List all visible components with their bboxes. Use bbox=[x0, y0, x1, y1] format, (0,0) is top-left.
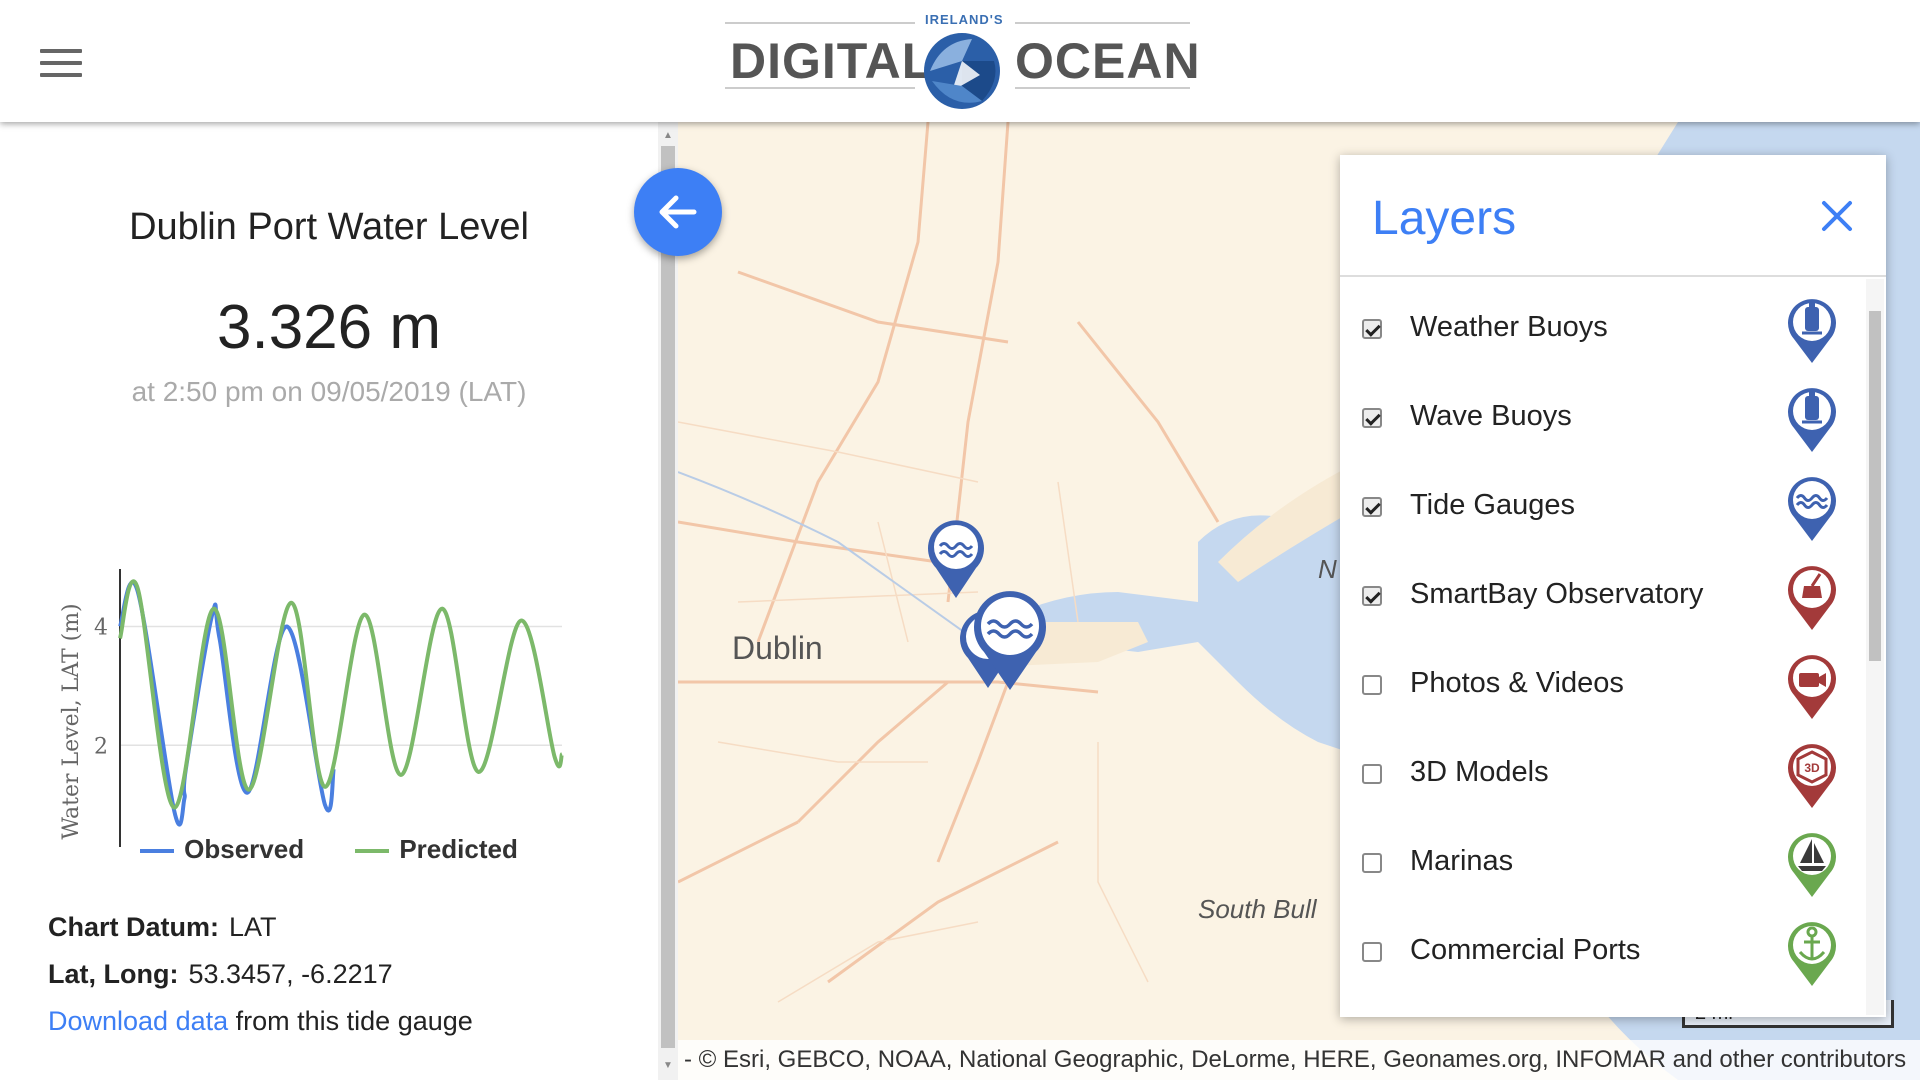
layer-checkbox[interactable] bbox=[1362, 497, 1382, 517]
layer-checkbox[interactable] bbox=[1362, 675, 1382, 695]
layer-row-marinas[interactable]: Marinas bbox=[1340, 825, 1860, 905]
layer-checkbox[interactable] bbox=[1362, 764, 1382, 784]
tide-gauge-icon bbox=[1788, 477, 1836, 541]
layer-row-weather-buoys[interactable]: Weather Buoys bbox=[1340, 291, 1860, 371]
legend-swatch-predicted bbox=[355, 849, 390, 854]
layers-panel: Layers Weather Buoys Wave Buoys Tide Gauge… bbox=[1340, 155, 1886, 1017]
app-header: IRELAND'S DIGITAL OCEAN bbox=[0, 0, 1920, 122]
layer-label: Commercial Ports bbox=[1410, 934, 1641, 966]
logo-text-digital: DIGITAL bbox=[730, 33, 934, 89]
download-data-link[interactable]: Download data bbox=[48, 1006, 228, 1036]
chart-datum-label: Chart Datum: bbox=[48, 912, 220, 942]
layer-checkbox[interactable] bbox=[1362, 408, 1382, 428]
station-detail-panel: Dublin Port Water Level 3.326 m at 2:50 … bbox=[0, 122, 658, 1080]
scrollbar-thumb[interactable] bbox=[661, 146, 675, 1048]
logo-rule bbox=[1015, 22, 1190, 24]
download-description: from this tide gauge bbox=[228, 1006, 473, 1036]
anchor-icon bbox=[1788, 922, 1836, 986]
chart-legend: Observed Predicted bbox=[0, 834, 658, 865]
tide-gauge-marker[interactable] bbox=[970, 588, 1050, 692]
chart-datum-value: LAT bbox=[229, 912, 277, 942]
legend-label-predicted: Predicted bbox=[399, 834, 518, 864]
globe-logo-icon bbox=[924, 33, 1000, 109]
logo-tagline: IRELAND'S bbox=[925, 12, 1004, 27]
layer-label: 3D Models bbox=[1410, 756, 1549, 788]
water-level-value: 3.326 m bbox=[216, 293, 442, 362]
layer-label: Weather Buoys bbox=[1410, 311, 1608, 343]
collapse-panel-button[interactable] bbox=[634, 168, 722, 256]
layers-divider bbox=[1340, 275, 1886, 277]
layer-label: Photos & Videos bbox=[1410, 667, 1624, 699]
video-camera-icon bbox=[1788, 655, 1836, 719]
layer-label: Tide Gauges bbox=[1410, 489, 1575, 521]
observatory-icon bbox=[1788, 566, 1836, 630]
3d-cube-icon: 3D bbox=[1788, 744, 1836, 808]
layer-checkbox[interactable] bbox=[1362, 942, 1382, 962]
legend-label-observed: Observed bbox=[184, 834, 305, 864]
layers-scrollbar[interactable] bbox=[1866, 279, 1884, 1015]
site-logo[interactable]: IRELAND'S DIGITAL OCEAN bbox=[725, 12, 1200, 116]
map-attribution: - © Esri, GEBCO, NOAA, National Geograph… bbox=[678, 1040, 1920, 1080]
reading-timestamp: at 2:50 pm on 09/05/2019 (LAT) bbox=[131, 376, 527, 407]
panel-scrollbar[interactable]: ▲ ▼ bbox=[658, 122, 678, 1080]
weather-buoy-icon bbox=[1788, 299, 1836, 363]
layer-row-tide-gauges[interactable]: Tide Gauges bbox=[1340, 469, 1860, 549]
chart-datum-row: Chart Datum: LAT bbox=[48, 912, 277, 943]
wave-buoy-icon bbox=[1788, 388, 1836, 452]
download-row: Download data from this tide gauge bbox=[48, 1006, 473, 1037]
legend-item-observed[interactable]: Observed bbox=[140, 834, 304, 865]
lat-long-row: Lat, Long: 53.3457, -6.2217 bbox=[48, 959, 393, 990]
water-level-chart[interactable]: 0244. Sep5. Sep6. SepWater Level, LAT (m… bbox=[40, 467, 580, 847]
y-tick-label: 4 bbox=[94, 616, 108, 641]
y-axis-label: Water Level, LAT (m) bbox=[59, 603, 84, 839]
layer-label: Marinas bbox=[1410, 845, 1514, 877]
map-label-partial: N bbox=[1318, 554, 1337, 584]
lat-long-value: 53.3457, -6.2217 bbox=[188, 959, 393, 989]
hamburger-menu-icon[interactable] bbox=[40, 49, 82, 77]
layers-title: Layers bbox=[1372, 192, 1517, 245]
arrow-left-icon bbox=[659, 195, 697, 229]
map-label-south-bull: South Bull bbox=[1198, 894, 1317, 924]
series-line-predicted bbox=[118, 579, 564, 810]
map-label-dublin: Dublin bbox=[732, 630, 823, 666]
layer-row-commercial-ports[interactable]: Commercial Ports bbox=[1340, 914, 1860, 994]
logo-rule bbox=[725, 22, 915, 24]
layer-label: SmartBay Observatory bbox=[1410, 578, 1704, 610]
legend-swatch-observed bbox=[140, 849, 175, 854]
layers-scrollbar-thumb[interactable] bbox=[1869, 311, 1881, 661]
layer-row-3d-models[interactable]: 3D Models 3D bbox=[1340, 736, 1860, 816]
scroll-up-arrow-icon[interactable]: ▲ bbox=[658, 126, 678, 146]
legend-item-predicted[interactable]: Predicted bbox=[355, 834, 518, 865]
layer-row-photos-videos[interactable]: Photos & Videos bbox=[1340, 647, 1860, 727]
y-tick-label: 2 bbox=[94, 734, 108, 759]
layer-label: Wave Buoys bbox=[1410, 400, 1572, 432]
lat-long-label: Lat, Long: bbox=[48, 959, 179, 989]
station-title: Dublin Port Water Level bbox=[129, 206, 529, 248]
layer-checkbox[interactable] bbox=[1362, 853, 1382, 873]
scroll-down-arrow-icon[interactable]: ▼ bbox=[658, 1056, 678, 1076]
layer-row-wave-buoys[interactable]: Wave Buoys bbox=[1340, 380, 1860, 460]
layer-checkbox[interactable] bbox=[1362, 586, 1382, 606]
close-icon[interactable] bbox=[1812, 191, 1862, 241]
logo-text-ocean: OCEAN bbox=[1015, 33, 1201, 89]
svg-text:3D: 3D bbox=[1804, 761, 1820, 775]
sailboat-icon bbox=[1788, 833, 1836, 897]
layer-checkbox[interactable] bbox=[1362, 319, 1382, 339]
layer-row-smartbay-observatory[interactable]: SmartBay Observatory bbox=[1340, 558, 1860, 638]
